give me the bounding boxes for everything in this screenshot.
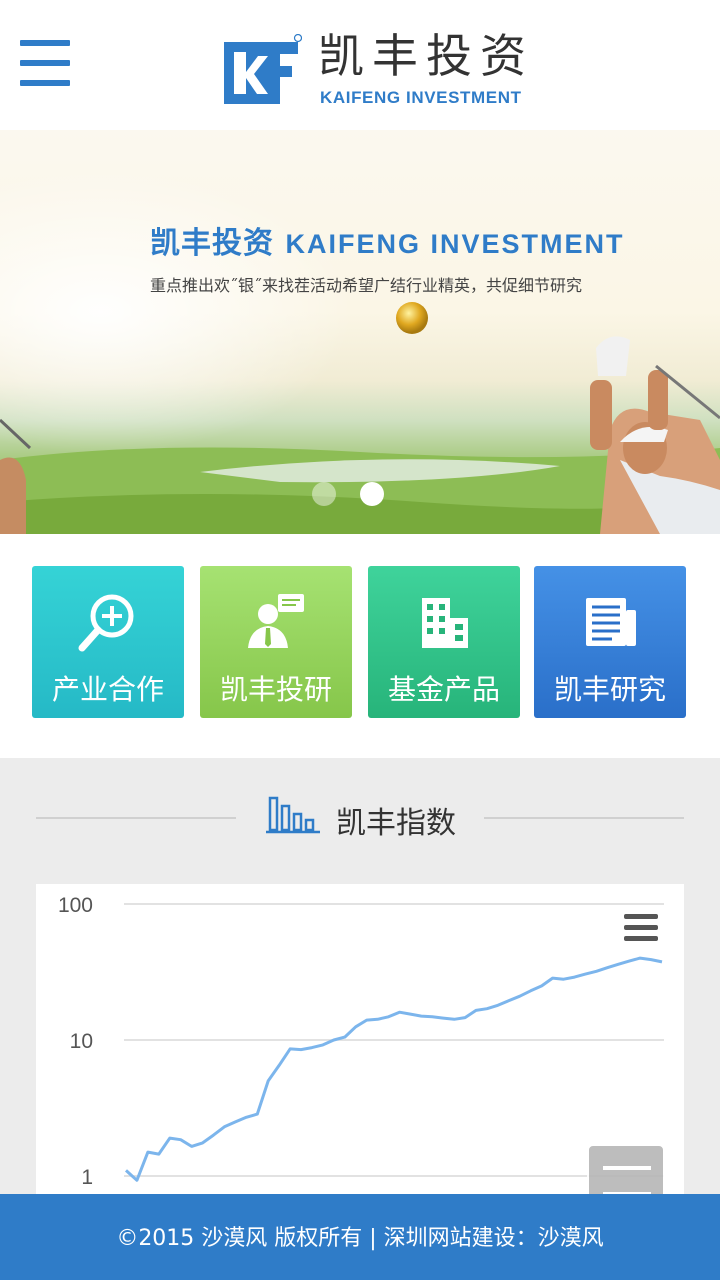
magnifier-plus-icon xyxy=(78,594,134,652)
banner-title-en: KAIFENG INVESTMENT xyxy=(285,229,625,259)
hamburger-menu-icon[interactable] xyxy=(20,40,72,90)
divider-right xyxy=(484,817,684,819)
y-tick-label: 10 xyxy=(70,1030,93,1053)
carousel-dot-2[interactable] xyxy=(360,482,384,506)
tile-label: 凯丰研究 xyxy=(553,673,666,706)
logo[interactable]: 凯丰投资 KAIFENG INVESTMENT xyxy=(224,26,544,110)
series-line xyxy=(124,956,663,1182)
tile-fund-products[interactable]: 基金产品 xyxy=(368,566,520,718)
header: 凯丰投资 KAIFENG INVESTMENT xyxy=(0,0,720,130)
carousel-dots xyxy=(310,482,390,512)
tile-label: 产业合作 xyxy=(51,673,164,706)
y-tick-label: 1 xyxy=(81,1166,93,1189)
divider-left xyxy=(36,817,236,819)
hero-banner[interactable]: 凯丰投资 KAIFENG INVESTMENT 重点推出欢˝银˝来找茬活动希望广… xyxy=(0,130,720,534)
logo-mark-icon xyxy=(224,34,302,104)
tile-kaifeng-research-invest[interactable]: 凯丰投研 xyxy=(200,566,352,718)
banner-scene-image xyxy=(0,130,720,534)
y-tick-label: 100 xyxy=(58,894,93,917)
logo-subtitle: KAIFENG INVESTMENT xyxy=(320,88,522,107)
banner-subtitle: 重点推出欢˝银˝来找茬活动希望广结行业精英，共促细节研究 xyxy=(150,276,583,295)
section-title: 凯丰指数 xyxy=(336,806,456,841)
bar-chart-icon xyxy=(266,796,320,834)
logo-title: 凯丰投资 xyxy=(318,29,534,83)
carousel-dot-1[interactable] xyxy=(312,482,336,506)
tile-kaifeng-research[interactable]: 凯丰研究 xyxy=(534,566,686,718)
person-chat-icon xyxy=(248,594,304,648)
footer: ©2015 沙漠风 版权所有 | 深圳网站建设：沙漠风 xyxy=(0,1194,720,1280)
quick-nav: 产业合作 凯丰投研 基金产品 凯丰研究 xyxy=(0,534,720,758)
chart-menu-icon[interactable] xyxy=(624,914,660,944)
banner-title: 凯丰投资 KAIFENG INVESTMENT xyxy=(150,218,624,262)
tile-label: 基金产品 xyxy=(387,673,500,706)
building-icon xyxy=(422,598,468,648)
tile-label: 凯丰投研 xyxy=(219,673,332,706)
tile-industry-cooperation[interactable]: 产业合作 xyxy=(32,566,184,718)
section-header-index: 凯丰指数 xyxy=(0,790,720,846)
footer-copyright: ©2015 沙漠风 版权所有 | 深圳网站建设：沙漠风 xyxy=(116,1226,604,1251)
banner-title-cn: 凯丰投资 xyxy=(150,226,274,261)
newspaper-icon xyxy=(586,598,636,646)
